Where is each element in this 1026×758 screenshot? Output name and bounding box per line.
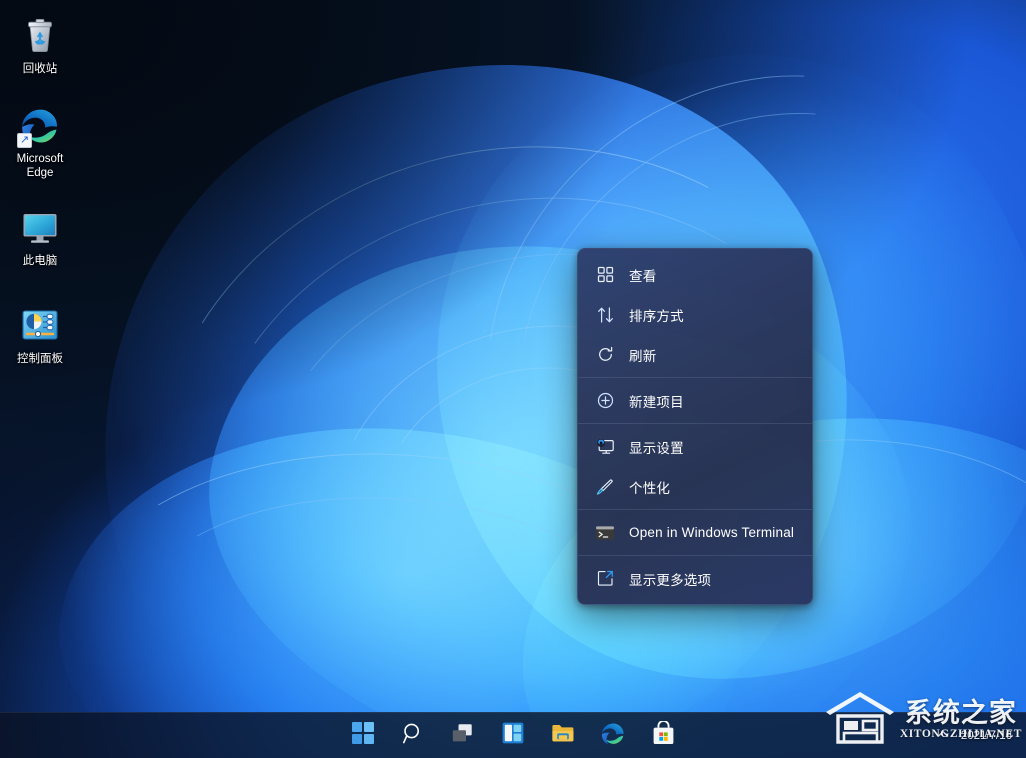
display-settings-icon bbox=[594, 436, 616, 458]
microsoft-edge-icon: ↗ bbox=[19, 104, 61, 146]
desktop-icon-label: 回收站 bbox=[23, 62, 58, 76]
desktop-icon-control-panel[interactable]: 控制面板 bbox=[0, 298, 80, 370]
clock-date: 2021/7/16 bbox=[961, 729, 1012, 743]
taskbar-clock[interactable]: 2021/7/16 bbox=[957, 717, 1020, 755]
desktop-icon-recycle-bin[interactable]: 回收站 bbox=[0, 8, 80, 80]
taskbar[interactable]: 2021/7/16 bbox=[0, 712, 1026, 758]
taskbar-button-edge[interactable] bbox=[594, 717, 632, 755]
taskbar-button-file-explorer[interactable] bbox=[544, 717, 582, 755]
chevron-up-icon bbox=[937, 728, 949, 743]
context-menu-item-label: Open in Windows Terminal bbox=[629, 525, 794, 540]
taskbar-center-group bbox=[344, 713, 682, 758]
context-menu-item-display-settings[interactable]: 显示设置 bbox=[581, 427, 809, 466]
paintbrush-icon bbox=[594, 476, 616, 498]
taskbar-button-widgets[interactable] bbox=[494, 717, 532, 755]
microsoft-store-icon bbox=[652, 721, 675, 750]
task-view-icon bbox=[451, 723, 475, 749]
this-pc-icon bbox=[19, 206, 61, 248]
desktop-icon-label: Microsoft Edge bbox=[2, 152, 78, 180]
file-explorer-icon bbox=[551, 723, 575, 749]
context-menu-group: 查看 排序方式 刷新 bbox=[578, 252, 812, 377]
shortcut-arrow-badge: ↗ bbox=[17, 133, 32, 148]
grid-view-icon bbox=[594, 264, 616, 286]
desktop-icon-microsoft-edge[interactable]: ↗ Microsoft Edge bbox=[0, 98, 80, 184]
context-menu-item-label: 刷新 bbox=[629, 345, 656, 365]
context-menu-group: 显示更多选项 bbox=[578, 555, 812, 601]
context-menu-group: 新建项目 bbox=[578, 377, 812, 423]
context-menu-item-new-item[interactable]: 新建项目 bbox=[581, 381, 809, 420]
refresh-icon bbox=[594, 344, 616, 366]
context-menu-item-view[interactable]: 查看 bbox=[581, 255, 809, 294]
more-options-icon bbox=[594, 568, 616, 590]
context-menu-item-personalize[interactable]: 个性化 bbox=[581, 467, 809, 506]
context-menu-group: Open in Windows Terminal bbox=[578, 509, 812, 555]
taskbar-button-microsoft-store[interactable] bbox=[644, 717, 682, 755]
context-menu-item-label: 显示更多选项 bbox=[629, 569, 711, 589]
context-menu-item-label: 排序方式 bbox=[629, 305, 684, 325]
taskbar-system-tray: 2021/7/16 bbox=[931, 713, 1020, 758]
context-menu-item-label: 查看 bbox=[629, 265, 656, 285]
wallpaper-vignette bbox=[0, 0, 1026, 758]
wallpaper-petal bbox=[164, 183, 957, 758]
context-menu-item-show-more-options[interactable]: 显示更多选项 bbox=[581, 559, 809, 598]
taskbar-button-start[interactable] bbox=[344, 717, 382, 755]
windows-start-icon bbox=[352, 722, 374, 749]
desktop-icon-this-pc[interactable]: 此电脑 bbox=[0, 200, 80, 272]
search-icon bbox=[402, 722, 425, 750]
desktop-context-menu[interactable]: 查看 排序方式 刷新 bbox=[577, 248, 813, 605]
sort-arrows-icon bbox=[594, 304, 616, 326]
context-menu-item-refresh[interactable]: 刷新 bbox=[581, 335, 809, 374]
plus-circle-icon bbox=[594, 390, 616, 412]
desktop-icon-label: 控制面板 bbox=[17, 352, 63, 366]
taskbar-button-task-view[interactable] bbox=[444, 717, 482, 755]
control-panel-icon bbox=[19, 304, 61, 346]
context-menu-item-label: 新建项目 bbox=[629, 391, 684, 411]
show-hidden-icons-button[interactable] bbox=[931, 717, 955, 755]
widgets-icon bbox=[502, 722, 524, 749]
context-menu-group: 显示设置 个性化 bbox=[578, 423, 812, 509]
context-menu-item-sort-by[interactable]: 排序方式 bbox=[581, 295, 809, 334]
recycle-bin-icon bbox=[19, 14, 61, 56]
desktop-icon-label: 此电脑 bbox=[23, 254, 58, 268]
taskbar-button-search[interactable] bbox=[394, 717, 432, 755]
context-menu-item-label: 显示设置 bbox=[629, 437, 684, 457]
context-menu-item-label: 个性化 bbox=[629, 477, 670, 497]
terminal-icon bbox=[594, 522, 616, 544]
desktop-surface[interactable] bbox=[0, 0, 1026, 758]
context-menu-item-open-in-windows-terminal[interactable]: Open in Windows Terminal bbox=[581, 513, 809, 552]
microsoft-edge-icon bbox=[600, 720, 626, 751]
